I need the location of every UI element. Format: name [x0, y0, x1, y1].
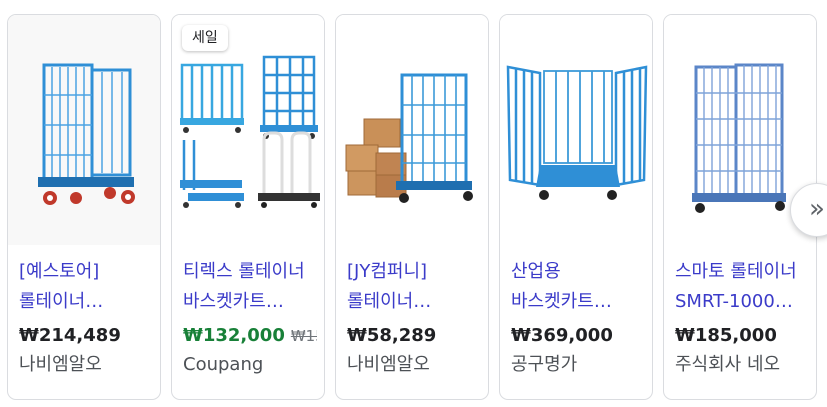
merchant-name: 주식회사 네오 [675, 354, 781, 375]
merchant-name: 공구명가 [511, 354, 578, 375]
merchant-name: Coupang [183, 354, 264, 375]
merchant-name: 나비엠알오 [19, 354, 102, 375]
roll-container-image [8, 15, 160, 245]
product-image[interactable]: 세일 [172, 15, 324, 245]
sale-badge: 세일 [182, 25, 228, 51]
original-price: ₩150,000 [290, 327, 317, 345]
merchant-name: 나비엠알오 [347, 354, 430, 375]
chevron-right-icon: » [809, 194, 825, 224]
product-card[interactable]: 세일 티렉스 롤테이너 바스켓카트 롤카트 ₩132,000 ₩150,000 C… [171, 14, 325, 400]
product-title[interactable]: 산업용 바스켓카트 롤테이너 [511, 257, 645, 317]
product-price: ₩132,000 [183, 325, 285, 346]
roll-container-with-boxes-image [336, 15, 488, 245]
product-title[interactable]: [JY컴퍼니] 롤테이너 (기본형) 바스켓카트 [347, 257, 481, 317]
price-row: ₩214,489 [19, 323, 153, 349]
price-row: ₩369,000 [511, 323, 645, 349]
price-row: ₩58,289 [347, 323, 481, 349]
product-title[interactable]: [예스토어] 롤테이너 (기본형) 롤테이너 롤카트 바스켓카트 [19, 257, 153, 317]
product-image[interactable] [336, 15, 488, 245]
product-image[interactable] [500, 15, 652, 245]
product-image[interactable] [8, 15, 160, 245]
product-card[interactable]: [JY컴퍼니] 롤테이너 (기본형) 바스켓카트 ₩58,289 나비엠알오 [335, 14, 489, 400]
product-card[interactable]: 산업용 바스켓카트 롤테이너 ₩369,000 공구명가 [499, 14, 653, 400]
product-price: ₩369,000 [511, 325, 613, 346]
product-price: ₩58,289 [347, 325, 437, 346]
shopping-carousel: [예스토어] 롤테이너 (기본형) 롤테이너 롤카트 바스켓카트 ₩214,48… [0, 0, 827, 407]
product-title[interactable]: 스마토 롤테이너 SMRT-1000 바스켓카트 [675, 257, 809, 317]
price-row: ₩132,000 ₩150,000 [183, 323, 317, 349]
product-price: ₩214,489 [19, 325, 121, 346]
product-title[interactable]: 티렉스 롤테이너 바스켓카트 롤카트 [183, 257, 317, 317]
product-card[interactable]: [예스토어] 롤테이너 (기본형) 롤테이너 롤카트 바스켓카트 ₩214,48… [7, 14, 161, 400]
open-roll-container-image [500, 15, 652, 245]
product-price: ₩185,000 [675, 325, 777, 346]
price-row: ₩185,000 [675, 323, 809, 349]
